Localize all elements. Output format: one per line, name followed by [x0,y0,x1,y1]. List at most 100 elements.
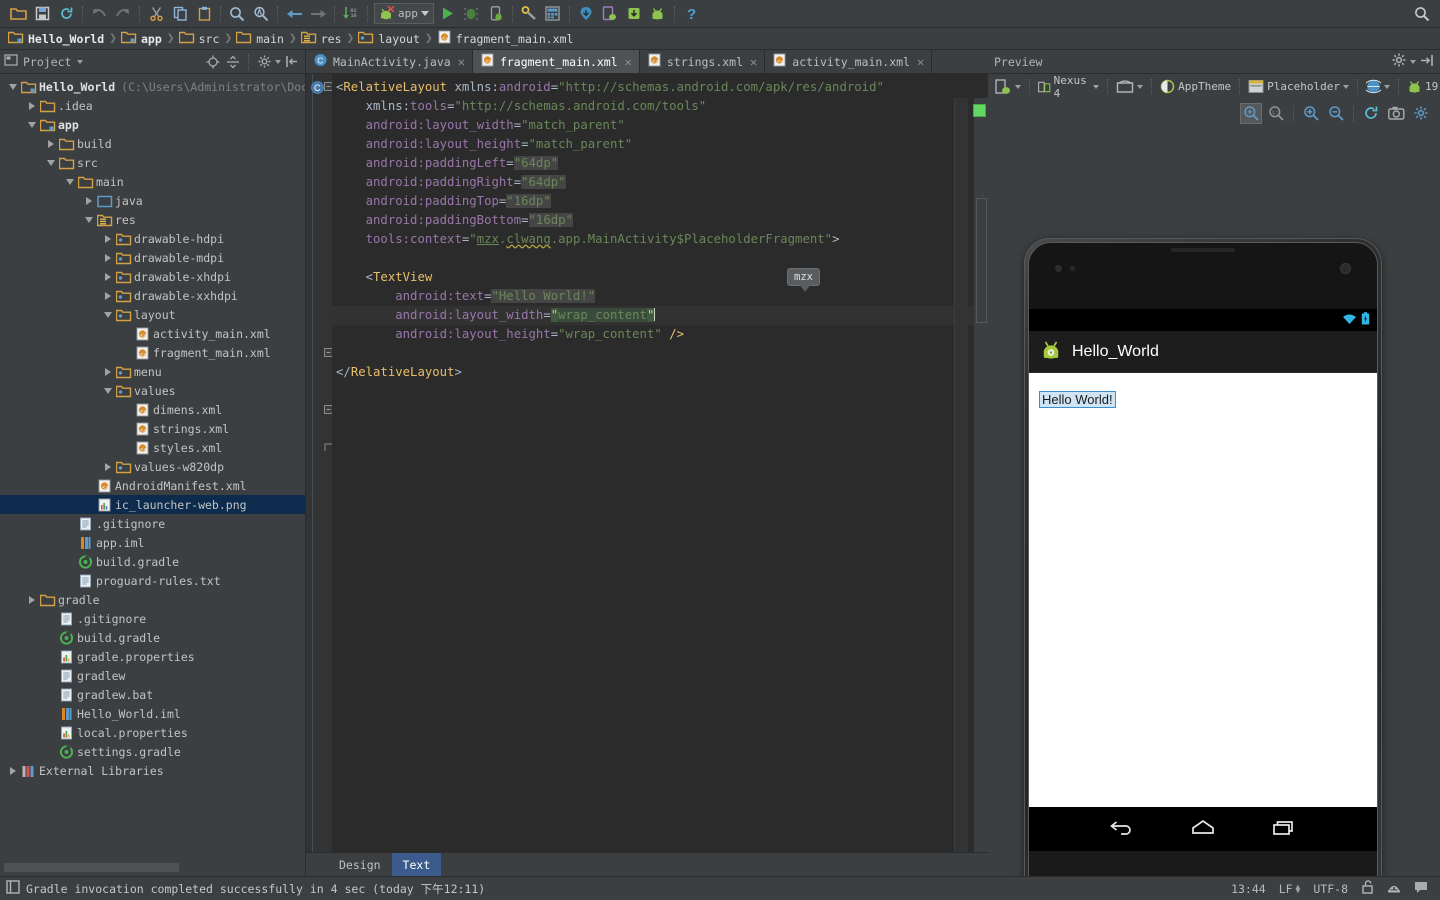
tree-item-gradlew[interactable]: gradlew [0,666,305,685]
breadcrumb-item-layout[interactable]: layout [358,30,423,47]
tree-item-fragment-main-xml[interactable]: <>fragment_main.xml [0,343,305,362]
editor-tab-mainactivity-java[interactable]: CMainActivity.java✕ [306,50,473,73]
tree-item-ic-launcher-web-png[interactable]: ic_launcher-web.png [0,495,305,514]
tree-item--gitignore[interactable]: .gitignore [0,514,305,533]
tree-item-menu[interactable]: menu [0,362,305,381]
tree-item-settings-gradle[interactable]: settings.gradle [0,742,305,761]
screenshot-icon[interactable] [1385,103,1407,124]
save-all-icon[interactable] [30,3,54,25]
tree-item-proguard-rules-txt[interactable]: proguard-rules.txt [0,571,305,590]
navigate-back-icon[interactable] [282,3,306,25]
tree-item-activity-main-xml[interactable]: <>activity_main.xml [0,324,305,343]
tree-item-hello-world[interactable]: Hello_World(C:\Users\Administrator\Docum… [0,77,305,96]
collapse-arrow-icon[interactable] [101,381,115,400]
locate-target-icon[interactable] [204,53,222,71]
android-device-icon[interactable] [598,3,622,25]
activity-combo[interactable]: Placeholder [1245,77,1352,97]
chevron-down-icon[interactable] [77,60,83,64]
run-icon[interactable] [436,3,460,25]
expand-arrow-icon[interactable] [101,362,115,381]
project-tree[interactable]: Hello_World(C:\Users\Administrator\Docum… [0,74,305,844]
compile-icon[interactable]: 0110 [339,3,363,25]
tree-item-app-iml[interactable]: app.iml [0,533,305,552]
search-everywhere-icon[interactable] [1410,3,1434,25]
sync-icon[interactable] [54,3,78,25]
recents-nav-icon[interactable] [1271,819,1297,840]
forward-arrow-icon[interactable] [111,3,135,25]
tree-item--idea[interactable]: .idea [0,96,305,115]
chevron-down-icon[interactable] [1343,85,1349,89]
collapse-arrow-icon[interactable] [25,115,39,134]
editor-scrollbar[interactable] [974,98,988,876]
chevron-down-icon[interactable] [1015,85,1021,89]
line-separator[interactable]: LF ▲▼ [1279,882,1301,896]
expand-arrow-icon[interactable] [101,229,115,248]
api-level-combo[interactable]: 19 [1404,77,1440,97]
chevron-down-icon[interactable] [275,60,281,64]
caret-position[interactable]: 13:44 [1231,882,1266,896]
tab-text[interactable]: Text [392,853,442,876]
event-log-icon[interactable] [6,880,20,897]
android-icon[interactable] [646,3,670,25]
tree-item-build[interactable]: build [0,134,305,153]
expand-arrow-icon[interactable] [101,457,115,476]
tree-item-java[interactable]: java [0,191,305,210]
tree-item-res[interactable]: res [0,210,305,229]
preview-settings-icon[interactable] [1410,103,1432,124]
expand-arrow-icon[interactable] [6,761,20,780]
find-icon[interactable] [225,3,249,25]
tree-item-gradlew-bat[interactable]: gradlew.bat [0,685,305,704]
expand-arrow-icon[interactable] [101,248,115,267]
help-icon[interactable]: ? [679,3,703,25]
settings-gear-icon[interactable] [1392,53,1406,70]
close-icon[interactable]: ✕ [625,55,632,69]
find-replace-icon[interactable] [249,3,273,25]
editor-tab-activity-main-xml[interactable]: <>activity_main.xml✕ [765,50,932,73]
home-nav-icon[interactable] [1190,819,1216,840]
zoom-actual-icon[interactable]: 1:1 [1265,103,1287,124]
collapse-arrow-icon[interactable] [44,153,58,172]
hector-icon[interactable] [1387,880,1401,897]
chevron-down-icon[interactable] [1093,85,1099,89]
expand-arrow-icon[interactable] [82,191,96,210]
editor-marker-gutter[interactable] [954,98,968,876]
cut-icon[interactable] [144,3,168,25]
tree-item-gradle[interactable]: gradle [0,590,305,609]
chevron-down-icon[interactable] [421,11,429,16]
tree-item-build-gradle[interactable]: build.gradle [0,552,305,571]
code-editor[interactable]: − − − C <RelativeLayout xmlns:android="h… [306,74,988,852]
tree-item-hello-world-iml[interactable]: Hello_World.iml [0,704,305,723]
layout-variant-combo[interactable] [1113,77,1146,97]
breadcrumb-item-src[interactable]: src [179,30,223,47]
tree-item-drawable-mdpi[interactable]: drawable-mdpi [0,248,305,267]
locale-combo[interactable] [1363,77,1393,97]
navigate-forward-icon[interactable] [306,3,330,25]
layout-render-area[interactable]: Hello World! [1029,373,1377,807]
unlocked-icon[interactable] [1361,880,1374,897]
collapse-all-icon[interactable] [224,53,242,71]
tree-item-strings-xml[interactable]: <>strings.xml [0,419,305,438]
copy-icon[interactable] [168,3,192,25]
zoom-fit-icon[interactable] [1240,103,1262,124]
run-configuration-combo[interactable]: app [374,3,434,24]
tab-design[interactable]: Design [328,853,392,876]
expand-arrow-icon[interactable] [25,96,39,115]
close-icon[interactable]: ✕ [458,55,465,69]
zoom-out-icon[interactable] [1325,103,1347,124]
notification-icon[interactable] [1414,881,1428,897]
tree-item-build-gradle[interactable]: build.gradle [0,628,305,647]
orientation-combo[interactable] [992,77,1024,97]
hide-panel-icon[interactable] [1420,54,1434,70]
chevron-down-icon[interactable] [1384,85,1390,89]
editor-scrollbar-thumb[interactable] [976,198,987,323]
theme-combo[interactable]: AppTheme [1157,77,1234,97]
collapse-arrow-icon[interactable] [6,77,20,96]
textview-preview[interactable]: Hello World! [1039,391,1116,408]
collapse-arrow-icon[interactable] [101,305,115,324]
breadcrumb-item-res[interactable]: res [301,30,345,47]
device-combo[interactable]: Nexus 4 [1035,77,1102,97]
expand-arrow-icon[interactable] [101,286,115,305]
chevron-down-icon[interactable] [1410,60,1416,64]
back-nav-icon[interactable] [1109,819,1135,840]
tree-item-drawable-xxhdpi[interactable]: drawable-xxhdpi [0,286,305,305]
